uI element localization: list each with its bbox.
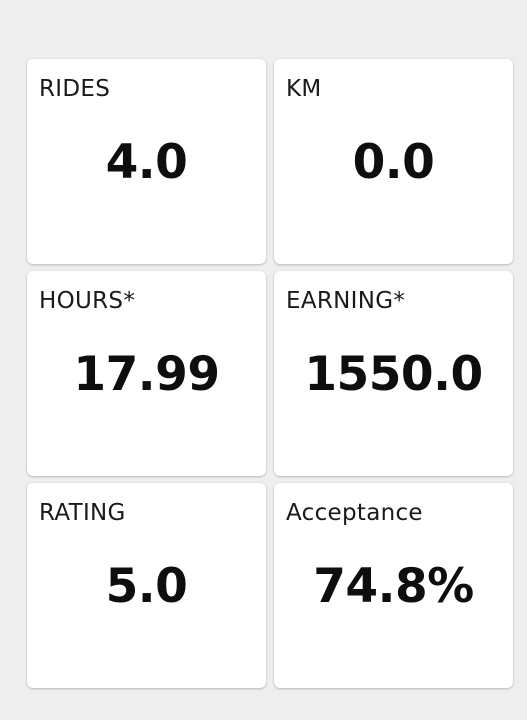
earning-label: EARNING* [286,288,406,314]
rides-label: RIDES [39,76,111,102]
rating-value: 5.0 [105,559,188,614]
rating-card: RATING 5.0 [27,483,266,688]
acceptance-label: Acceptance [286,500,423,526]
hours-card: HOURS* 17.99 [27,271,266,476]
rating-label: RATING [39,500,126,526]
km-label: KM [286,76,322,102]
hours-label: HOURS* [39,288,136,314]
stats-grid: RIDES 4.0 KM 0.0 HOURS* 17.99 EARNING* 1… [27,59,513,688]
acceptance-value: 74.8% [313,559,474,614]
rides-card: RIDES 4.0 [27,59,266,264]
earning-value: 1550.0 [304,347,483,402]
rides-value: 4.0 [105,135,188,190]
earning-card: EARNING* 1550.0 [274,271,513,476]
km-value: 0.0 [352,135,435,190]
acceptance-card: Acceptance 74.8% [274,483,513,688]
km-card: KM 0.0 [274,59,513,264]
hours-value: 17.99 [73,347,220,402]
